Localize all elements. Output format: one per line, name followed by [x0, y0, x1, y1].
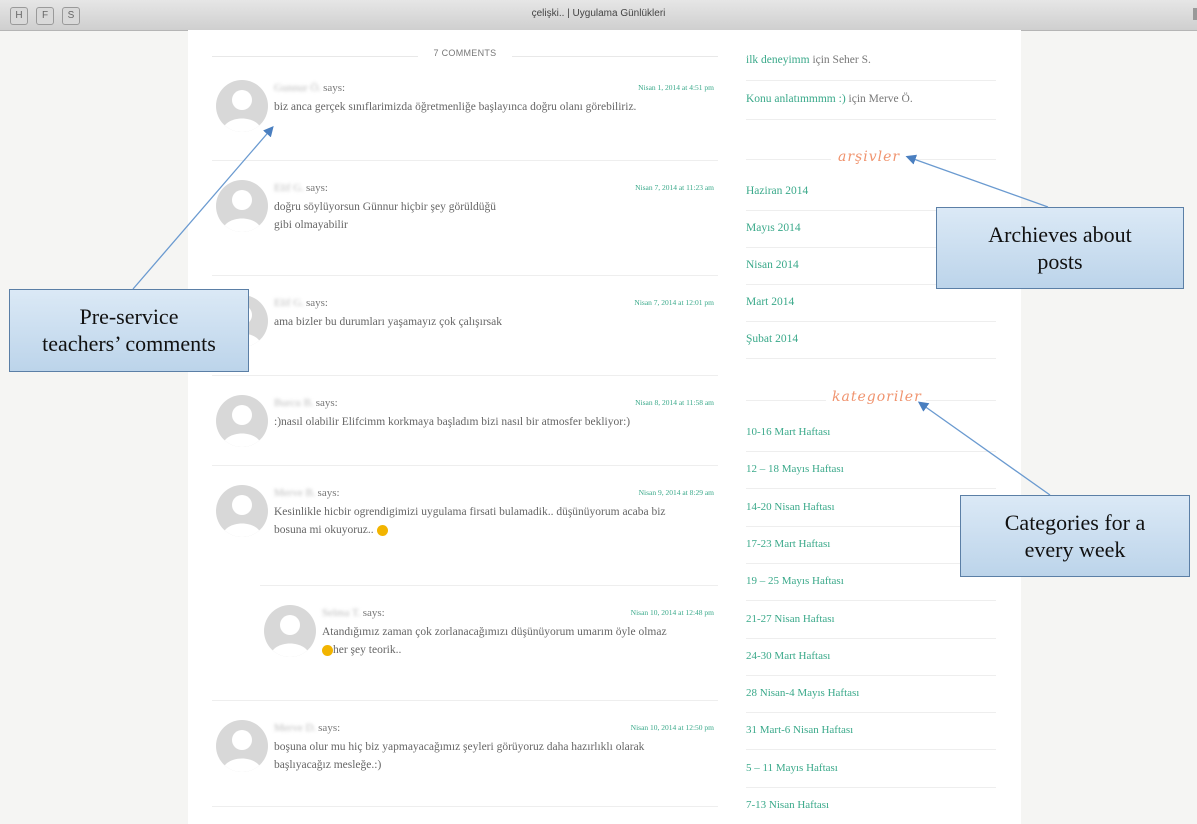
annotation-arrows — [132, 126, 1051, 496]
arrow-archives — [905, 154, 1049, 208]
arrow-comments — [132, 126, 274, 290]
arrow-categories — [917, 401, 1051, 496]
